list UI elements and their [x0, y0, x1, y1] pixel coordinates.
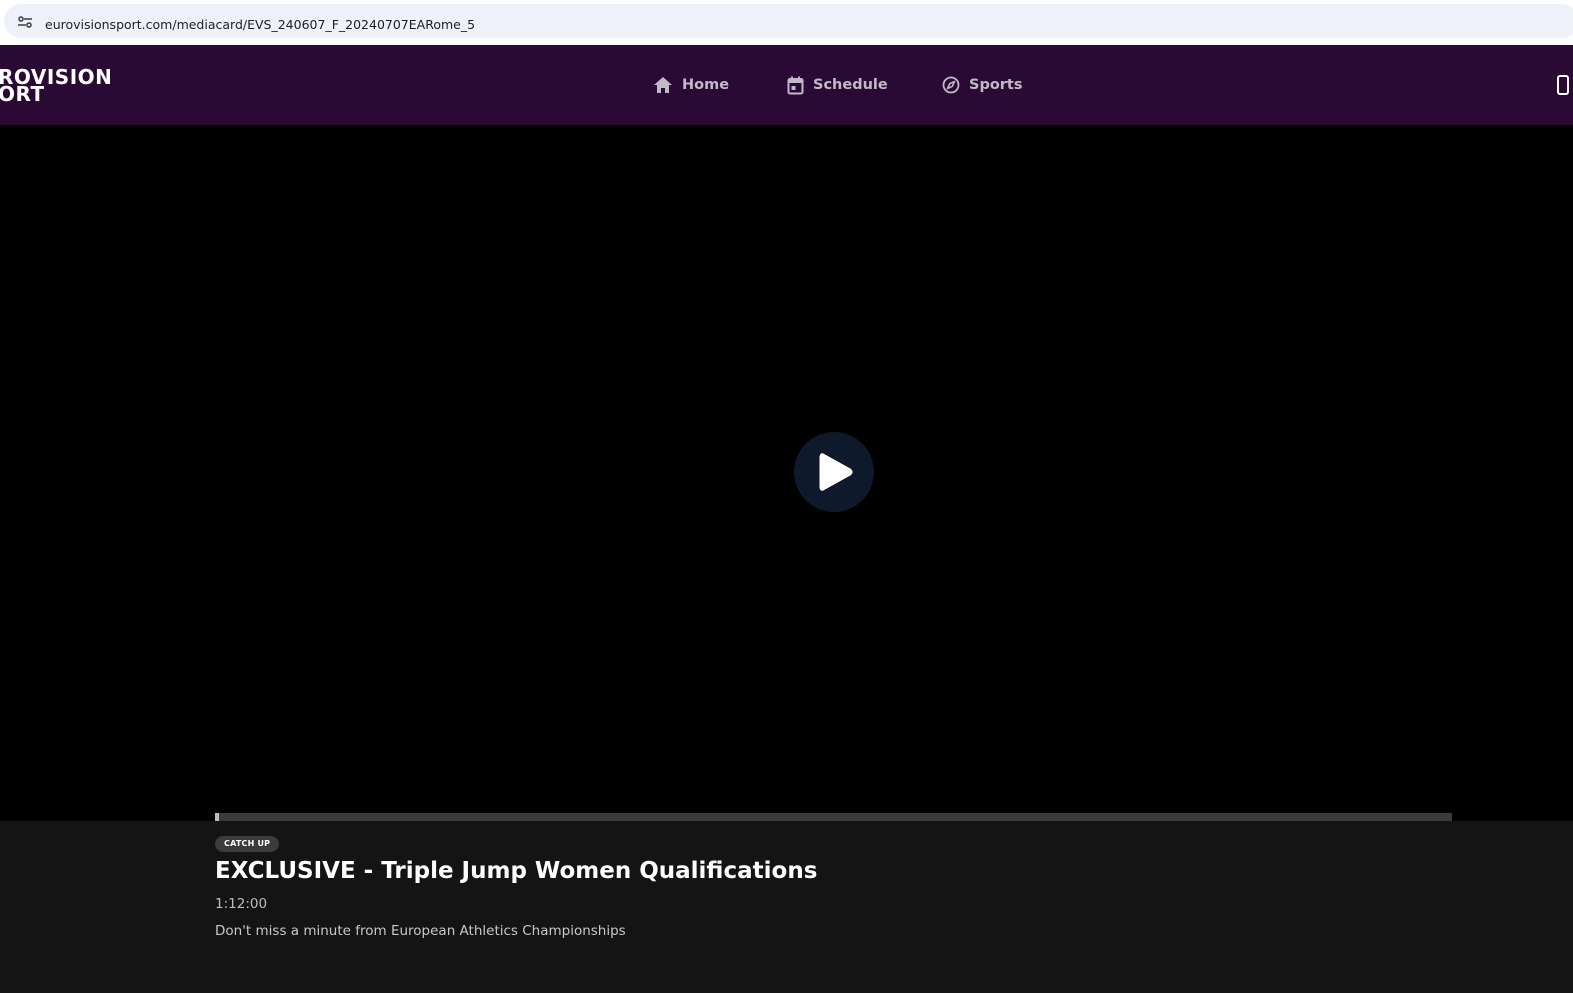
site-header: ROVISION ORT Home Schedule Sports: [0, 45, 1573, 125]
home-icon: [654, 77, 672, 93]
progress-fill: [215, 813, 219, 821]
media-duration: 1:12:00: [215, 896, 268, 912]
browser-address-bar: eurovisionsport.com/mediacard/EVS_240607…: [0, 0, 1573, 45]
calendar-icon: [787, 76, 804, 94]
nav-home-label: Home: [682, 77, 730, 93]
compass-icon: [942, 76, 960, 94]
media-info: CATCH UP EXCLUSIVE - Triple Jump Women Q…: [0, 821, 1573, 993]
eurovision-sport-logo[interactable]: ROVISION ORT: [0, 66, 110, 106]
media-description: Don't miss a minute from European Athlet…: [215, 923, 626, 939]
logo-line-2: ORT: [0, 82, 45, 106]
nav-schedule-label: Schedule: [813, 77, 888, 93]
url-text[interactable]: eurovisionsport.com/mediacard/EVS_240607…: [45, 17, 475, 32]
nav-sports-label: Sports: [969, 77, 1023, 93]
progress-bar[interactable]: [215, 813, 1452, 821]
nav-sports[interactable]: Sports: [942, 73, 1023, 97]
device-icon[interactable]: [1557, 75, 1569, 95]
play-icon: [819, 453, 853, 491]
video-player[interactable]: [0, 125, 1573, 821]
nav-schedule[interactable]: Schedule: [787, 73, 888, 97]
media-title: EXCLUSIVE - Triple Jump Women Qualificat…: [215, 858, 818, 884]
nav-home[interactable]: Home: [653, 73, 729, 97]
play-button[interactable]: [794, 432, 874, 512]
tune-icon[interactable]: [17, 16, 33, 28]
catch-up-badge: CATCH UP: [215, 836, 280, 852]
url-field[interactable]: eurovisionsport.com/mediacard/EVS_240607…: [4, 4, 1573, 38]
